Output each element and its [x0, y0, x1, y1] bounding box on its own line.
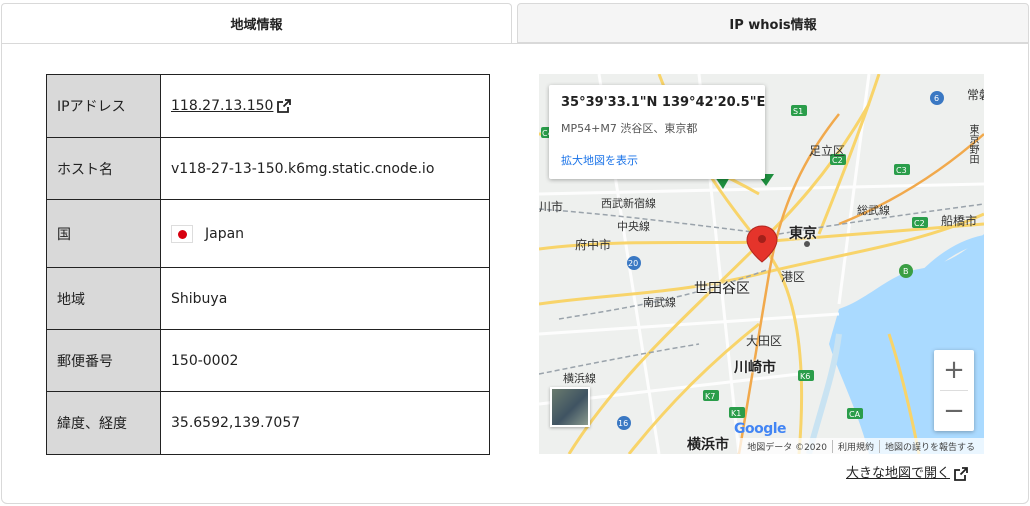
embedded-map[interactable]: S1 C2 C3 C2 K6 K7 K1 CA C4 6 20 16 B 足立区… [539, 74, 984, 454]
map-label-minato: 港区 [781, 270, 806, 284]
terms-link[interactable]: 利用規約 [831, 439, 879, 453]
postal-code-value: 150-0002 [160, 329, 490, 392]
ip-address-link[interactable]: 118.27.13.150 [171, 98, 273, 114]
table-row: ホスト名 v118-27-13-150.k6mg.static.cnode.io [46, 137, 490, 200]
report-error-link[interactable]: 地図の誤りを報告する [878, 439, 980, 453]
svg-text:16: 16 [618, 419, 628, 428]
map-label-setagaya: 世田谷区 [694, 281, 750, 297]
zoom-out-button[interactable]: − [934, 391, 974, 431]
svg-text:C2: C2 [914, 219, 925, 228]
row-key: 国 [46, 199, 161, 268]
row-key: 地域 [46, 267, 161, 330]
external-link-icon [954, 466, 968, 481]
svg-text:6: 6 [934, 94, 939, 103]
row-key: 緯度、経度 [46, 391, 161, 455]
svg-text:CA: CA [849, 410, 861, 419]
satellite-toggle-button[interactable] [550, 387, 590, 427]
map-label-adachi: 足立区 [809, 144, 846, 158]
table-row: 緯度、経度 35.6592,139.7057 [46, 391, 490, 455]
japan-flag-icon [171, 224, 193, 243]
map-label-fuchu: 府中市 [575, 238, 612, 252]
svg-text:K1: K1 [731, 409, 741, 418]
row-key: 郵便番号 [46, 329, 161, 392]
zoom-control: + − [934, 350, 974, 431]
map-label-kawasaki: 川崎市 [734, 360, 776, 376]
map-label-nambu: 南武線 [643, 296, 676, 309]
host-name-value: v118-27-13-150.k6mg.static.cnode.io [160, 137, 490, 200]
map-label-tokyo: 東京 [789, 226, 817, 242]
tab-bar: 地域情報 IP whois情報 [0, 0, 1030, 44]
table-row: 国 Japan [46, 199, 490, 268]
zoom-in-button[interactable]: + [934, 350, 974, 390]
google-logo: Google [734, 421, 787, 437]
region-info-table: IPアドレス 118.27.13.150 ホスト名 v118-27-13-150… [46, 74, 490, 455]
row-key: ホスト名 [46, 137, 161, 200]
open-large-map-link[interactable]: 大きな地図で開く [846, 462, 968, 481]
external-link-icon[interactable] [277, 99, 292, 113]
map-label-joban: 常磐 [967, 88, 984, 102]
svg-text:K6: K6 [800, 372, 810, 381]
open-large-map-label: 大きな地図で開く [846, 466, 951, 481]
row-key: IPアドレス [46, 74, 161, 138]
view-larger-map-link[interactable]: 拡大地図を表示 [561, 152, 638, 168]
table-row: IPアドレス 118.27.13.150 [46, 74, 490, 138]
map-label-ichikawa: 川市 [539, 200, 564, 214]
svg-text:S1: S1 [793, 107, 803, 116]
map-attribution: 地図データ ©2020 利用規約 地図の誤りを報告する [738, 438, 984, 454]
map-label-yokohama: 横浜市 [687, 437, 729, 453]
map-label-funabashi: 船橋市 [941, 214, 978, 228]
map-data-credit: 地図データ ©2020 [747, 442, 827, 453]
map-label-yokohama-line: 横浜線 [563, 372, 596, 385]
popup-coordinates: 35°39'33.1"N 139°42'20.5"E [561, 95, 766, 110]
country-name: Japan [205, 225, 245, 242]
svg-text:B: B [903, 267, 909, 276]
row-value: 118.27.13.150 [160, 74, 490, 138]
svg-text:C3: C3 [896, 166, 907, 175]
svg-text:K7: K7 [705, 392, 715, 401]
map-label-sobu: 総武線 [857, 204, 890, 217]
tab-region-info[interactable]: 地域情報 [1, 3, 512, 43]
table-row: 地域 Shibuya [46, 267, 490, 330]
region-value: Shibuya [160, 267, 490, 330]
table-row: 郵便番号 150-0002 [46, 329, 490, 392]
tab-ip-whois[interactable]: IP whois情報 [517, 3, 1029, 43]
map-label-seibu: 西武新宿線 [601, 197, 656, 210]
map-label-keiyo: 東京野田 [967, 124, 978, 164]
svg-text:20: 20 [628, 259, 638, 268]
popup-address: MP54+M7 渋谷区、東京都 [561, 122, 698, 135]
lat-lng-value: 35.6592,139.7057 [160, 391, 490, 455]
country-value: Japan [160, 199, 490, 268]
map-info-popup: 35°39'33.1"N 139°42'20.5"E MP54+M7 渋谷区、東… [549, 85, 765, 179]
map-label-ota: 大田区 [746, 334, 783, 348]
map-label-chuo: 中央線 [617, 220, 650, 233]
